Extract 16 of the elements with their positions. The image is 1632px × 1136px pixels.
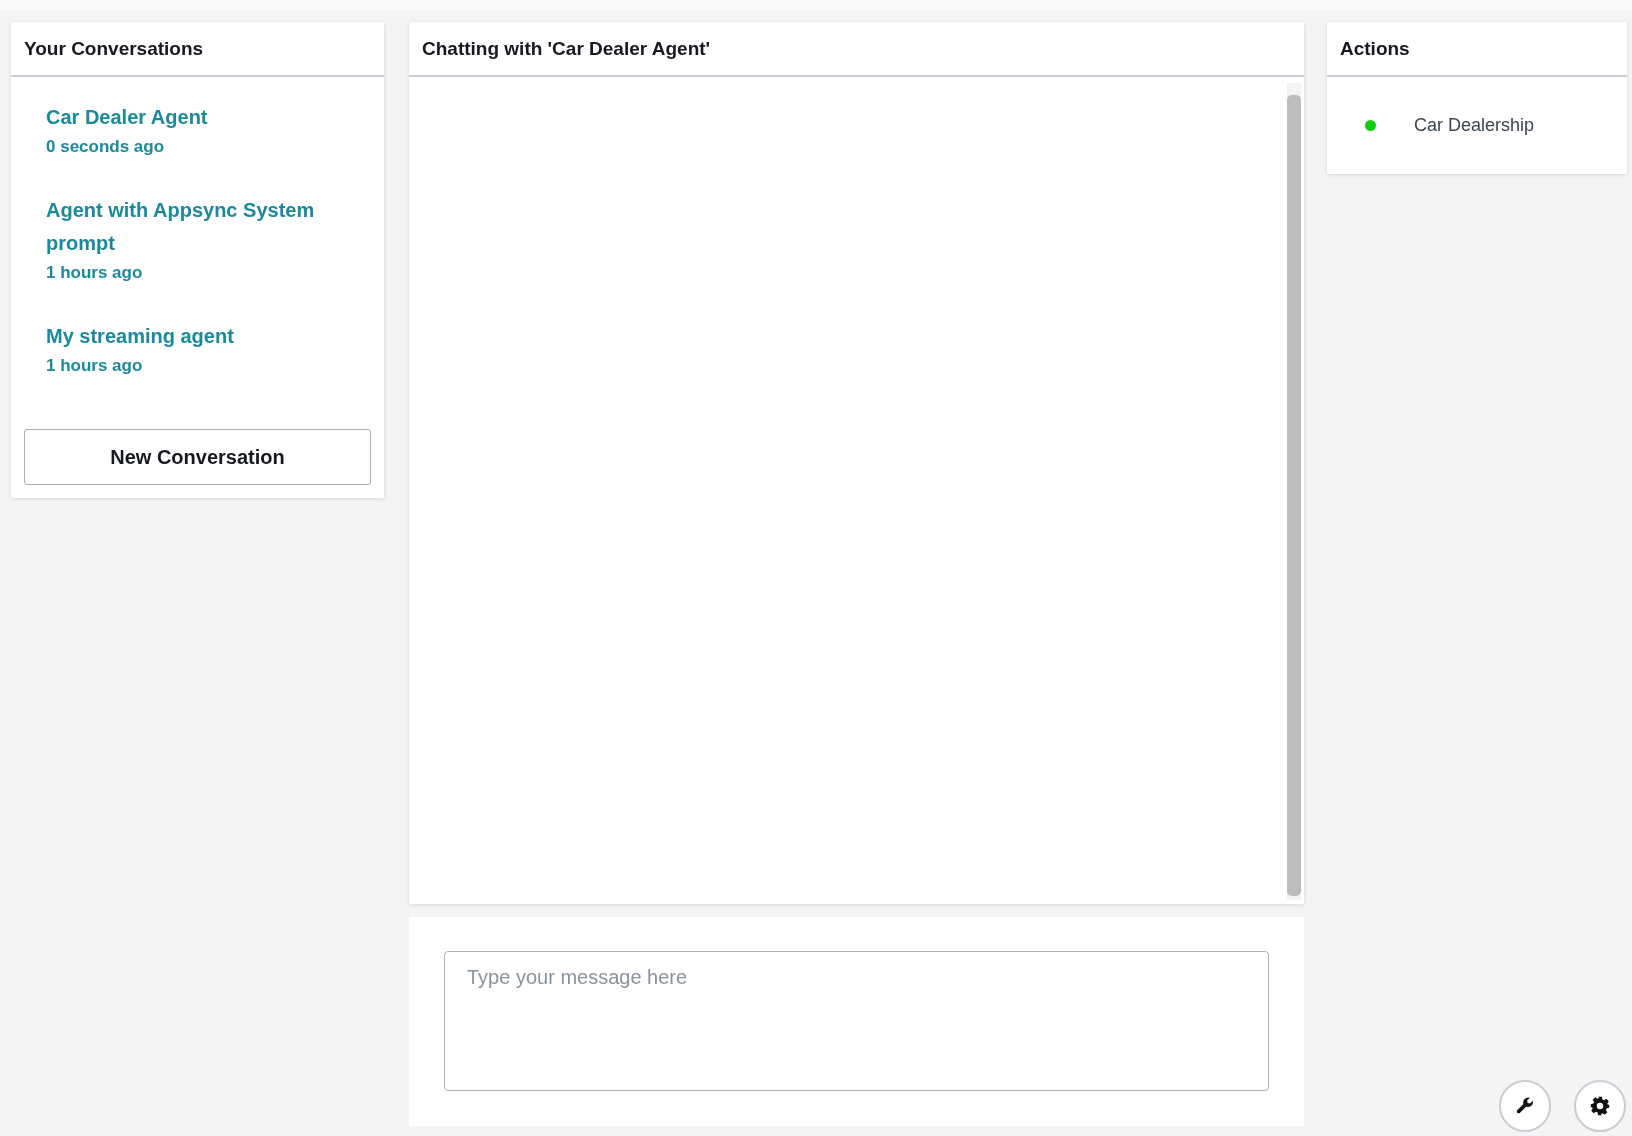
- conversation-time: 1 hours ago: [46, 355, 144, 377]
- conversation-time: 1 hours ago: [46, 262, 144, 284]
- conversation-link[interactable]: Car Dealer Agent: [46, 101, 371, 134]
- settings-icon: [1589, 1095, 1611, 1117]
- panel-title: Chatting with 'Car Dealer Agent': [422, 37, 711, 60]
- wrench-button[interactable]: [1499, 1080, 1551, 1132]
- message-input[interactable]: Type your message here: [444, 951, 1269, 1091]
- new-conversation-button[interactable]: New Conversation: [24, 429, 371, 485]
- conversation-link[interactable]: My streaming agent: [46, 320, 371, 353]
- panel-title: Your Conversations: [24, 37, 204, 60]
- settings-button[interactable]: [1574, 1080, 1626, 1132]
- conversation-time: 0 seconds ago: [46, 136, 166, 158]
- panel-title: Actions: [1340, 37, 1410, 60]
- action-label[interactable]: Car Dealership: [1414, 115, 1535, 136]
- scrollbar[interactable]: [1287, 83, 1301, 900]
- conversation-link[interactable]: Agent with Appsync System prompt: [46, 194, 371, 260]
